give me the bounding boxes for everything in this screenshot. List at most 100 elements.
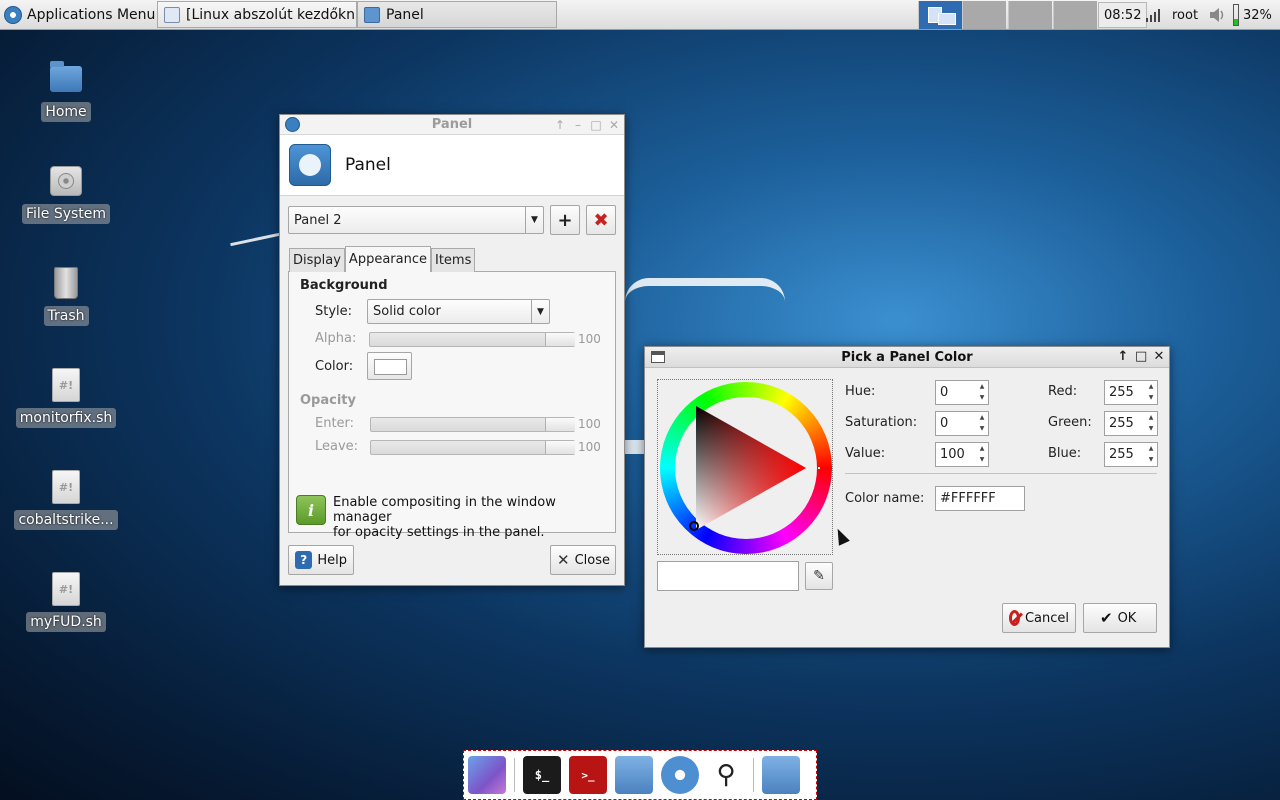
- panel-select[interactable]: Panel 2 ▼: [288, 206, 544, 234]
- dock-folder-icon[interactable]: [762, 756, 800, 794]
- taskbar-item-panel[interactable]: Panel: [357, 1, 557, 28]
- tab-appearance[interactable]: Appearance: [344, 246, 431, 272]
- desktop-icon-label: Home: [41, 102, 91, 122]
- battery-icon[interactable]: [1233, 0, 1239, 30]
- cancel-icon: [1009, 610, 1020, 626]
- value-label: Value:: [845, 446, 886, 461]
- maximize-icon[interactable]: □: [590, 116, 602, 134]
- window-titlebar[interactable]: Panel ↑ – □ ✕: [280, 115, 624, 135]
- enter-label: Enter:: [315, 416, 355, 431]
- shade-icon[interactable]: ↑: [1117, 348, 1129, 366]
- xfce-logo-icon: [4, 5, 22, 24]
- tab-display[interactable]: Display: [289, 248, 345, 272]
- taskbar-item-label: [Linux abszolút kezdőkn...: [186, 6, 357, 23]
- tab-bar: Display Appearance Items: [289, 246, 476, 272]
- dock-search-icon[interactable]: ⚲: [707, 756, 745, 794]
- saturation-spinbutton[interactable]: 0 ▲ ▼: [935, 411, 989, 436]
- cancel-button[interactable]: Cancel: [1002, 603, 1076, 633]
- style-label: Style:: [315, 304, 353, 319]
- desktop-icon-cobaltstrike[interactable]: #! cobaltstrike...: [14, 470, 118, 530]
- color-name-input[interactable]: #FFFFFF: [935, 486, 1025, 511]
- ok-button[interactable]: ✔ OK: [1083, 603, 1157, 633]
- enter-opacity-slider[interactable]: [370, 417, 575, 432]
- hue-spinbutton[interactable]: 0 ▲ ▼: [935, 380, 989, 405]
- bottom-dock: $_ >_ ⚲: [463, 750, 817, 800]
- close-icon[interactable]: ✕: [608, 116, 620, 134]
- panel-logo-icon: [289, 144, 331, 186]
- workspace-1[interactable]: [918, 1, 962, 29]
- close-button[interactable]: ✕ Close: [550, 545, 616, 575]
- desktop-icon-label: monitorfix.sh: [15, 408, 117, 428]
- saturation-value-triangle[interactable]: [672, 394, 820, 542]
- dock-web-browser-icon[interactable]: [661, 756, 699, 794]
- user-name[interactable]: root: [1172, 0, 1198, 30]
- window-menu-icon[interactable]: [651, 351, 665, 363]
- color-name-value: #FFFFFF: [940, 491, 996, 506]
- workspace-2[interactable]: [962, 1, 1006, 29]
- battery-percent: 32%: [1243, 0, 1272, 30]
- network-signal-icon[interactable]: [1141, 0, 1165, 30]
- desktop-icon-monitorfix[interactable]: #! monitorfix.sh: [15, 368, 117, 428]
- dock-image-viewer-icon[interactable]: [468, 756, 506, 794]
- close-icon: ✕: [557, 551, 570, 569]
- eyedropper-button[interactable]: ✎: [805, 562, 833, 590]
- remove-icon: ✖: [593, 209, 609, 231]
- desktop-icon-home[interactable]: Home: [16, 61, 116, 122]
- volume-icon[interactable]: [1206, 0, 1228, 30]
- leave-value: 100: [578, 440, 601, 454]
- user-label: root: [1172, 7, 1199, 23]
- shade-icon[interactable]: ↑: [554, 116, 566, 134]
- help-button[interactable]: ? Help: [288, 545, 354, 575]
- dock-terminal-icon[interactable]: $_: [523, 756, 561, 794]
- terminal-glyph: $_: [534, 768, 550, 782]
- leave-opacity-slider[interactable]: [370, 440, 575, 455]
- red-spinbutton[interactable]: 255 ▲ ▼: [1104, 380, 1158, 405]
- checkmark-icon: ✔: [1100, 609, 1113, 627]
- dock-cobaltstrike-icon[interactable]: >_: [569, 756, 607, 794]
- desktop-icon-filesystem[interactable]: File System: [16, 164, 116, 224]
- close-button-label: Close: [574, 552, 610, 568]
- desktop-icon-myfud[interactable]: #! myFUD.sh: [16, 572, 116, 632]
- blue-value: 255: [1109, 447, 1134, 462]
- desktop-icon-trash[interactable]: Trash: [16, 266, 116, 326]
- desktop-icon-label: cobaltstrike...: [14, 510, 118, 530]
- compositing-info-text: Enable compositing in the window manager…: [333, 495, 615, 540]
- taskbar-item-browser[interactable]: [Linux abszolút kezdőkn...: [157, 1, 357, 28]
- blue-spinbutton[interactable]: 255 ▲ ▼: [1104, 442, 1158, 467]
- color-button[interactable]: [367, 352, 412, 380]
- appearance-tab-panel: Background Style: Solid color ▼ Alpha: 1…: [288, 271, 616, 540]
- help-icon: ?: [295, 551, 313, 569]
- script-icon: #!: [49, 368, 83, 402]
- red-value: 255: [1109, 385, 1134, 400]
- applications-menu-button[interactable]: Applications Menu: [0, 0, 161, 30]
- green-label: Green:: [1048, 415, 1092, 430]
- remove-panel-button[interactable]: ✖: [586, 205, 616, 235]
- help-button-label: Help: [317, 552, 347, 568]
- info-icon: i: [296, 495, 326, 525]
- window-menu-icon[interactable]: [285, 117, 300, 132]
- add-panel-button[interactable]: +: [550, 205, 580, 235]
- desktop-icon-label: File System: [21, 204, 111, 224]
- dock-separator: [514, 758, 515, 792]
- alpha-slider[interactable]: [369, 332, 575, 347]
- close-icon[interactable]: ✕: [1153, 348, 1165, 366]
- value-spinbutton[interactable]: 100 ▲ ▼: [935, 442, 989, 467]
- workspace-4[interactable]: [1053, 1, 1097, 29]
- alpha-value: 100: [578, 332, 601, 346]
- window-titlebar[interactable]: Pick a Panel Color ↑ □ ✕: [645, 347, 1169, 368]
- eyedropper-icon: ✎: [813, 568, 825, 584]
- maximize-icon[interactable]: □: [1135, 348, 1147, 366]
- hue-ring[interactable]: [660, 382, 832, 554]
- style-select[interactable]: Solid color ▼: [367, 299, 550, 324]
- color-wheel[interactable]: [657, 379, 833, 555]
- separator: [845, 473, 1157, 474]
- dialog-header: Panel: [280, 135, 624, 196]
- workspace-3[interactable]: [1008, 1, 1052, 29]
- minimize-icon[interactable]: –: [572, 116, 584, 134]
- tab-items[interactable]: Items: [430, 248, 476, 272]
- opacity-section-title: Opacity: [300, 393, 356, 408]
- green-spinbutton[interactable]: 255 ▲ ▼: [1104, 411, 1158, 436]
- dock-file-manager-icon[interactable]: [615, 756, 653, 794]
- hue-value: 0: [940, 385, 949, 400]
- selected-color-swatch: [657, 561, 799, 591]
